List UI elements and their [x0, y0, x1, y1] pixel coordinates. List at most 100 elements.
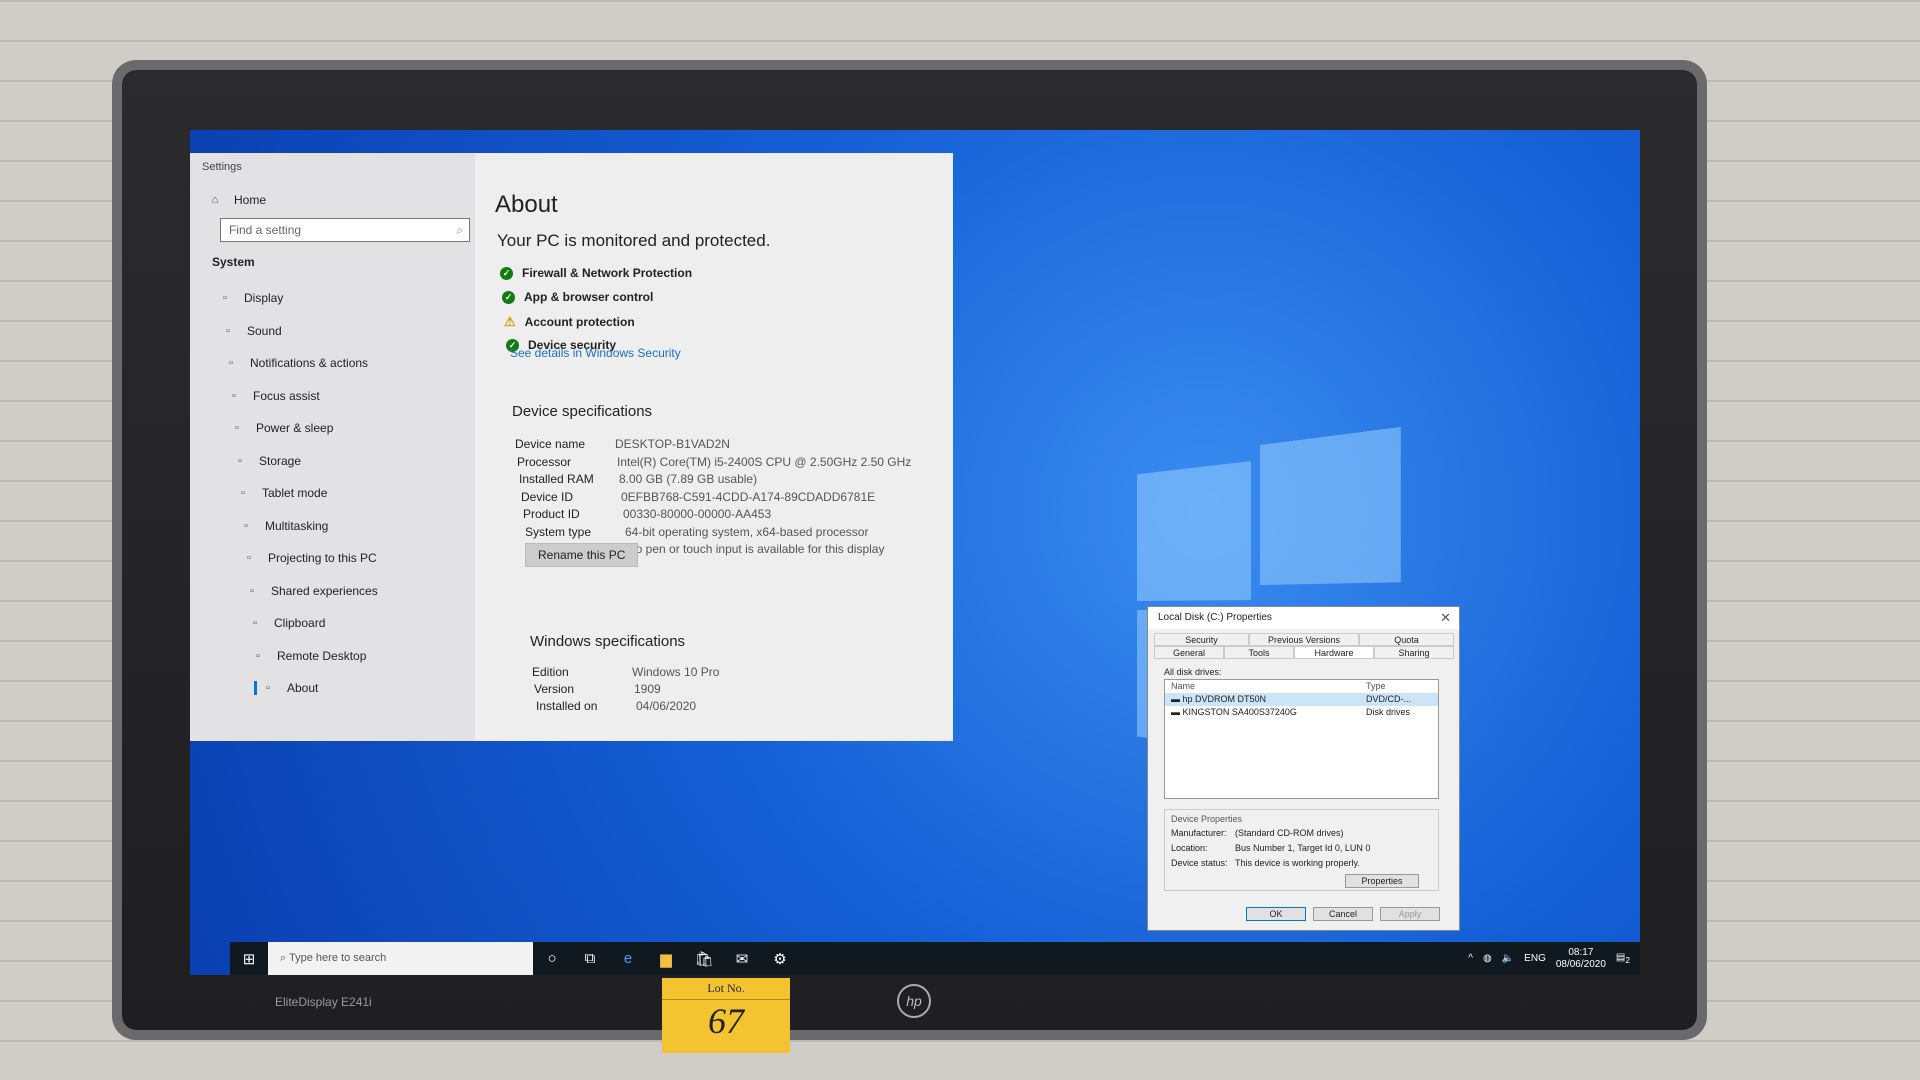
tab[interactable]: Tools	[1224, 646, 1294, 659]
spec-row: Processor Intel(R) Core(TM) i5-2400S CPU …	[517, 455, 911, 469]
time: 08:17	[1568, 946, 1594, 958]
page-title: About	[495, 191, 558, 218]
volume-icon[interactable]: 🔈	[1502, 953, 1514, 964]
protection-label: Account protection	[524, 315, 635, 329]
settings-icon[interactable]: ⚙	[761, 950, 799, 968]
network-icon[interactable]: ◍	[1483, 953, 1492, 964]
start-icon[interactable]: ⊞	[230, 950, 268, 968]
power-icon: ▫	[235, 422, 239, 434]
nav-item[interactable]: ▫ Multitasking	[239, 519, 328, 533]
multitasking-icon: ▫	[244, 519, 248, 532]
nav-label: Power & sleep	[256, 421, 334, 435]
nav-item[interactable]: ▫ Notifications & actions	[224, 356, 368, 370]
cancel-button[interactable]: Cancel	[1313, 907, 1373, 921]
nav-item[interactable]: ▫ Remote Desktop	[251, 649, 366, 663]
spec-key: Processor	[517, 454, 572, 469]
spec-key: Product ID	[523, 507, 580, 521]
display-icon: ▫	[223, 292, 227, 304]
system-tray: ^ ◍ 🔈 ENG 08:17 08/06/2020 ▤2	[1468, 947, 1640, 971]
tab[interactable]: Hardware	[1294, 646, 1374, 659]
windows-security-link[interactable]: See details in Windows Security	[510, 346, 681, 360]
about-page: About Your PC is monitored and protected…	[490, 153, 953, 741]
spec-key: Device ID	[521, 489, 574, 504]
task-view-icon[interactable]: ⧉	[571, 950, 609, 967]
spec-value: 1909	[634, 682, 661, 696]
nav-item[interactable]: ▫ Tablet mode	[236, 486, 327, 500]
prop-row: Device status: This device is working pro…	[1171, 858, 1360, 868]
chevron-up-icon[interactable]: ^	[1468, 953, 1473, 964]
protection-item: ✓ Firewall & Network Protection	[500, 266, 692, 280]
edge-icon[interactable]: e	[609, 950, 647, 967]
nav-item[interactable]: ▫ About	[254, 681, 318, 695]
nav-item[interactable]: ▫ Power & sleep	[230, 421, 333, 435]
spec-row: Device name DESKTOP-B1VAD2N	[515, 437, 730, 451]
mail-icon[interactable]: ✉	[723, 950, 761, 968]
drive-icon: ▬ hp DVDROM DT50N	[1171, 694, 1267, 704]
spec-value: DESKTOP-B1VAD2N	[615, 437, 730, 451]
store-icon[interactable]: 🛍	[685, 950, 723, 968]
find-setting-input[interactable]: Find a setting ⌕	[220, 218, 470, 242]
tab[interactable]: Previous Versions	[1249, 633, 1359, 646]
window-title: Settings	[202, 161, 242, 173]
taskbar-search-placeholder: Type here to search	[289, 952, 387, 964]
nav-item[interactable]: ▫ Sound	[221, 324, 282, 338]
ok-button[interactable]: OK	[1246, 907, 1306, 921]
nav-item[interactable]: ▫ Projecting to this PC	[242, 551, 377, 565]
apply-button[interactable]: Apply	[1380, 907, 1440, 921]
clock[interactable]: 08:17 08/06/2020	[1556, 947, 1606, 971]
nav-item[interactable]: ▫ Display	[218, 291, 283, 305]
nav-item[interactable]: ▫ Shared experiences	[245, 584, 378, 598]
spec-row: System type 64-bit operating system, x64-…	[525, 525, 868, 539]
spec-value: 04/06/2020	[636, 699, 697, 713]
prop-key: Device status:	[1171, 858, 1228, 868]
nav-label: Home	[234, 193, 267, 207]
lot-number: 67	[708, 1001, 744, 1041]
tab[interactable]: Quota	[1359, 633, 1454, 646]
tab[interactable]: General	[1154, 646, 1224, 659]
prop-key: Location:	[1171, 843, 1208, 853]
nav-home[interactable]: ⌂ Home	[208, 193, 266, 207]
list-label: All disk drives:	[1164, 667, 1222, 677]
nav-label: Focus assist	[253, 388, 320, 403]
prop-value: This device is working properly.	[1235, 858, 1360, 868]
clipboard-icon: ▫	[253, 617, 257, 629]
nav-label: Storage	[259, 453, 302, 468]
spec-row: Installed on 04/06/2020	[536, 699, 696, 713]
protection-item: ✓ App & browser control	[502, 290, 653, 304]
home-icon: ⌂	[211, 194, 219, 206]
nav-item[interactable]: ▫ Focus assist	[227, 389, 320, 403]
drive-row[interactable]: ▬ hp DVDROM DT50N DVD/CD-...	[1165, 693, 1438, 706]
nav-label: Projecting to this PC	[268, 551, 377, 565]
monitor-model: EliteDisplay E241i	[275, 995, 372, 1009]
prop-value: Bus Number 1, Target Id 0, LUN 0	[1235, 843, 1371, 853]
hp-logo: hp	[897, 984, 931, 1018]
properties-button[interactable]: Properties	[1345, 874, 1419, 888]
nav-label: Display	[244, 291, 284, 305]
spec-key: Version	[534, 682, 575, 696]
protection-heading: Your PC is monitored and protected.	[497, 231, 771, 250]
disk-properties-dialog: Local Disk (C:) Properties ✕ Security Prev…	[1147, 606, 1460, 931]
tab[interactable]: Sharing	[1374, 646, 1454, 659]
spec-key: System type	[525, 524, 592, 539]
file-explorer-icon[interactable]: ▆	[647, 950, 685, 968]
nav-item[interactable]: ▫ Storage	[233, 454, 301, 468]
prop-row: Manufacturer: (Standard CD-ROM drives)	[1171, 828, 1344, 838]
nav-label: Remote Desktop	[277, 648, 367, 663]
settings-window: Settings ⌂ Home Find a setting ⌕ System ▫ D…	[190, 153, 953, 741]
taskbar-search[interactable]: ⌕ Type here to search	[268, 942, 533, 975]
language-indicator[interactable]: ENG	[1524, 953, 1546, 964]
rename-pc-button[interactable]: Rename this PC	[525, 543, 639, 567]
spec-row: Product ID 00330-80000-00000-AA453	[523, 507, 771, 521]
sound-icon: ▫	[226, 324, 230, 337]
close-icon[interactable]: ✕	[1440, 610, 1451, 626]
drive-row[interactable]: ▬ KINGSTON SA400S37240G Disk drives	[1165, 706, 1438, 719]
cortana-icon[interactable]: ○	[533, 950, 571, 967]
spec-key: Edition	[532, 665, 569, 679]
spec-value: 0EFBB768-C591-4CDD-A174-89CDADD6781E	[621, 489, 876, 504]
drive-type: DVD/CD-...	[1366, 694, 1411, 704]
tab[interactable]: Security	[1154, 633, 1249, 646]
nav-item[interactable]: ▫ Clipboard	[248, 616, 325, 630]
notification-icon[interactable]: ▤2	[1616, 952, 1630, 965]
drive-list[interactable]: Name Type ▬ hp DVDROM DT50N DVD/CD-... ▬ KI…	[1164, 679, 1439, 799]
date: 08/06/2020	[1555, 958, 1606, 970]
